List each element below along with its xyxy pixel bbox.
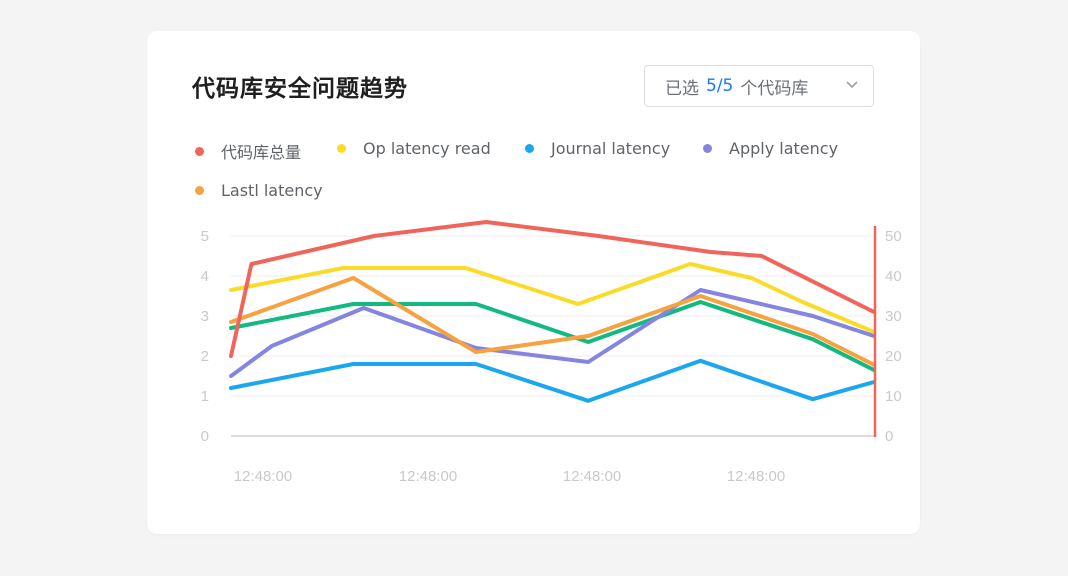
y-right-tick-label: 10 <box>885 388 902 405</box>
series-line-3 <box>229 288 876 378</box>
y-left-tick-label: 2 <box>201 348 209 365</box>
y-left-tick-label: 3 <box>201 308 209 325</box>
y-right-tick-label: 20 <box>885 348 902 365</box>
y-right-tick-label: 0 <box>885 428 893 445</box>
x-tick-label: 12:48:00 <box>563 468 621 485</box>
y-left-tick-label: 0 <box>201 428 209 445</box>
line-chart: 0123450102030405012:48:00 12:48:00 12:48:0… <box>201 220 902 485</box>
y-right-tick-label: 50 <box>885 228 902 245</box>
y-left-tick-label: 1 <box>201 388 209 405</box>
y-right-tick-label: 40 <box>885 268 902 285</box>
y-left-tick-label: 4 <box>201 268 209 285</box>
series-line-2 <box>229 358 876 403</box>
series-line-5 <box>229 300 876 372</box>
y-left-tick-label: 5 <box>201 228 209 245</box>
x-tick-label: 12:48:00 <box>727 468 785 485</box>
y-right-tick-label: 30 <box>885 308 902 325</box>
x-tick-label: 12:48:00 <box>399 468 457 485</box>
x-tick-label: 12:48:00 <box>234 468 292 485</box>
